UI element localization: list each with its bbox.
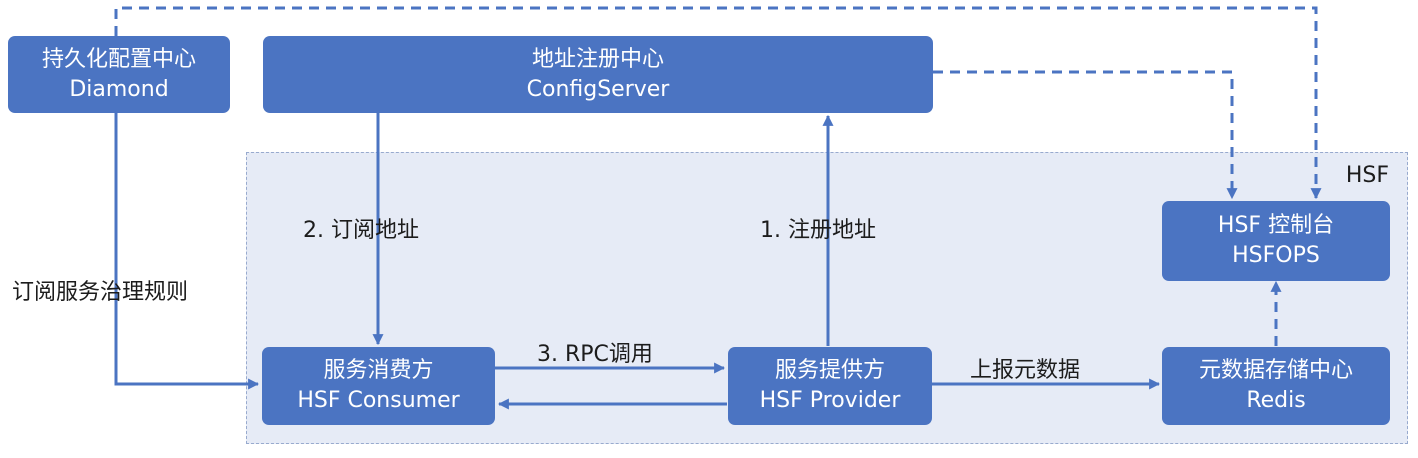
hsfops-node: HSF 控制台 HSFOPS [1162,201,1390,281]
label-report-metadata: 上报元数据 [970,358,1081,383]
label-rpc-call: 3. RPC调用 [537,342,653,367]
hsfops-title: HSF 控制台 [1217,213,1335,238]
provider-title: 服务提供方 [774,358,885,383]
configserver-subtitle: ConfigServer [526,76,670,102]
configserver-title: 地址注册中心 [531,46,664,72]
label-subscribe-rules: 订阅服务治理规则 [12,280,189,305]
redis-subtitle: Redis [1246,388,1306,413]
diamond-title: 持久化配置中心 [41,46,196,72]
provider-node: 服务提供方 HSF Provider [728,347,932,425]
redis-title: 元数据存储中心 [1198,358,1353,383]
label-register-address: 1. 注册地址 [760,218,876,243]
redis-node: 元数据存储中心 Redis [1162,347,1390,425]
diamond-subtitle: Diamond [69,76,169,102]
label-subscribe-address: 2. 订阅地址 [303,218,419,243]
configserver-node: 地址注册中心 ConfigServer [263,36,933,113]
hsfops-subtitle: HSFOPS [1232,243,1320,268]
provider-subtitle: HSF Provider [759,388,901,413]
consumer-title: 服务消费方 [323,358,434,383]
edge-config-to-hsfops [933,70,1238,200]
consumer-node: 服务消费方 HSF Consumer [262,347,495,425]
edge-diamond-to-consumer [114,113,260,390]
diamond-node: 持久化配置中心 Diamond [8,36,230,113]
consumer-subtitle: HSF Consumer [297,388,460,413]
